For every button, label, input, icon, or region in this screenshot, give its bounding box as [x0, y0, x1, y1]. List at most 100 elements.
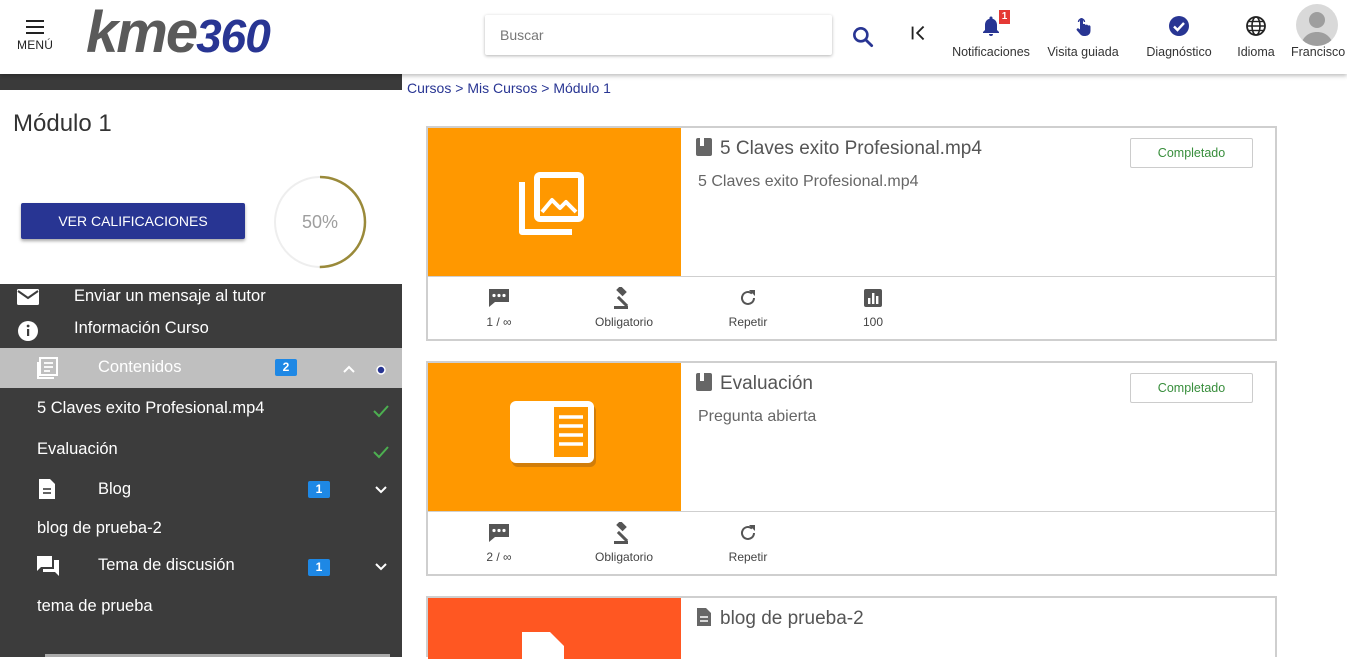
repeat-stat[interactable]: Repetir [698, 287, 798, 329]
hamburger-icon [26, 20, 44, 38]
refresh-icon [741, 290, 755, 305]
status-badge[interactable]: Completado [1130, 138, 1253, 168]
attempts-value: 2 / ∞ [486, 550, 512, 564]
image-gallery-icon [519, 172, 584, 235]
notifications-badge: 1 [999, 10, 1010, 24]
bookmark-book-icon [696, 138, 712, 156]
card-title-text: blog de prueba-2 [720, 608, 864, 629]
card-title[interactable]: 5 Claves exito Profesional.mp4 [696, 138, 982, 160]
forum-icon [37, 556, 59, 576]
repeat-label: Repetir [728, 550, 768, 564]
mail-icon [17, 289, 39, 305]
diagnostic-button[interactable]: Diagnóstico [1144, 14, 1214, 64]
discussion-label: Tema de discusión [98, 556, 235, 574]
document-icon [39, 479, 55, 499]
card-thumbnail[interactable] [428, 363, 681, 511]
blog-label: Blog [98, 480, 132, 498]
message-tutor-label: Enviar un mensaje al tutor [74, 287, 266, 305]
blog-item[interactable]: blog de prueba-2 [0, 508, 402, 546]
chevron-up-icon[interactable] [341, 361, 357, 377]
bar-chart-icon [864, 289, 882, 307]
card-thumbnail[interactable] [428, 598, 681, 659]
bookmark-book-icon [696, 373, 712, 391]
blog-section[interactable]: Blog 1 [0, 468, 402, 508]
globe-icon [1246, 16, 1266, 36]
content-item-evaluation[interactable]: Evaluación [0, 428, 402, 468]
user-avatar[interactable] [1296, 4, 1338, 46]
check-circle-icon [1169, 16, 1189, 36]
diagnostic-label: Diagnóstico [1146, 45, 1212, 59]
course-info-label: Información Curso [74, 319, 209, 337]
chevron-down-icon[interactable] [373, 559, 389, 575]
mandatory-stat: Obligatorio [574, 522, 674, 564]
course-sidebar: Módulo 1 VER CALIFICACIONES 50% Enviar u… [0, 74, 402, 657]
collapse-sidebar-icon[interactable] [908, 22, 930, 44]
attempts-stat: 2 / ∞ [449, 522, 549, 564]
discussion-count-badge: 1 [308, 559, 330, 576]
contents-label: Contenidos [98, 358, 182, 376]
progress-percent: 50% [301, 212, 339, 232]
repeat-stat[interactable]: Repetir [698, 522, 798, 564]
status-badge[interactable]: Completado [1130, 373, 1253, 403]
content-item-label: Evaluación [37, 440, 118, 458]
discussion-section[interactable]: Tema de discusión 1 [0, 546, 402, 586]
repeat-label: Repetir [728, 315, 768, 329]
touch-hand-icon [1076, 18, 1091, 36]
top-header: MENÚ kme360 1 Notificaciones Visita guia… [0, 0, 1347, 74]
comment-dots-icon [489, 289, 509, 307]
search-input[interactable] [485, 15, 832, 55]
content-card-blog[interactable]: blog de prueba-2 [426, 596, 1277, 659]
card-description: 5 Claves exito Profesional.mp4 [698, 173, 919, 190]
guided-tour-button[interactable]: Visita guiada [1046, 14, 1120, 64]
menu-label: MENÚ [17, 38, 54, 52]
card-title-text: 5 Claves exito Profesional.mp4 [720, 138, 982, 159]
card-title[interactable]: Evaluación [696, 373, 813, 395]
kme360-logo[interactable]: kme360 [86, 0, 271, 67]
mandatory-stat: Obligatorio [574, 287, 674, 329]
dot-indicator-icon [376, 365, 386, 375]
module-title: Módulo 1 [13, 110, 112, 137]
notifications-button[interactable]: 1 Notificaciones [951, 10, 1031, 64]
content-card-evaluation[interactable]: Evaluación Pregunta abierta Completado 2… [426, 361, 1277, 576]
card-description: Pregunta abierta [698, 408, 817, 425]
mandatory-label: Obligatorio [594, 315, 654, 329]
content-item-video[interactable]: 5 Claves exito Profesional.mp4 [0, 388, 402, 428]
chevron-down-icon[interactable] [373, 482, 389, 498]
breadcrumb-my-courses[interactable]: Mis Cursos [467, 80, 537, 96]
card-footer: 1 / ∞ Obligatorio Repetir 100 [428, 276, 1275, 339]
content-item-label: 5 Claves exito Profesional.mp4 [37, 399, 265, 417]
card-footer: 2 / ∞ Obligatorio Repetir [428, 511, 1275, 574]
search-icon[interactable] [850, 24, 876, 50]
course-info-item[interactable]: Información Curso [0, 316, 402, 348]
breadcrumb-courses[interactable]: Cursos [407, 80, 451, 96]
language-button[interactable]: Idioma [1234, 14, 1278, 64]
message-tutor-item[interactable]: Enviar un mensaje al tutor [0, 284, 402, 316]
notifications-label: Notificaciones [952, 45, 1030, 59]
menu-button[interactable]: MENÚ [14, 18, 58, 58]
blog-count-badge: 1 [308, 481, 330, 498]
logo-text: kme [86, 0, 198, 65]
view-grades-button[interactable]: VER CALIFICACIONES [21, 203, 245, 239]
contents-count-badge: 2 [275, 359, 297, 376]
score-value: 100 [862, 315, 884, 329]
score-stat: 100 [823, 287, 923, 329]
attempts-stat: 1 / ∞ [449, 287, 549, 329]
document-icon [697, 608, 711, 626]
user-name[interactable]: Francisco [1291, 45, 1345, 59]
breadcrumb-module[interactable]: Módulo 1 [553, 80, 611, 96]
progress-circle: 50% [273, 175, 367, 269]
contents-section[interactable]: Contenidos 2 [0, 348, 402, 388]
card-title[interactable]: blog de prueba-2 [696, 608, 864, 630]
discussion-item-label: tema de prueba [37, 597, 153, 615]
logo-number: 360 [196, 10, 271, 62]
info-icon [18, 321, 38, 341]
content-card-video[interactable]: 5 Claves exito Profesional.mp4 5 Claves … [426, 126, 1277, 341]
breadcrumb-separator: > [455, 80, 464, 96]
card-thumbnail[interactable] [428, 128, 681, 276]
contents-list-icon [37, 357, 58, 379]
breadcrumb-separator: > [541, 80, 550, 96]
user-icon [1301, 12, 1333, 46]
guided-tour-label: Visita guiada [1047, 45, 1119, 59]
mandatory-label: Obligatorio [594, 550, 654, 564]
discussion-item[interactable]: tema de prueba [0, 586, 402, 624]
